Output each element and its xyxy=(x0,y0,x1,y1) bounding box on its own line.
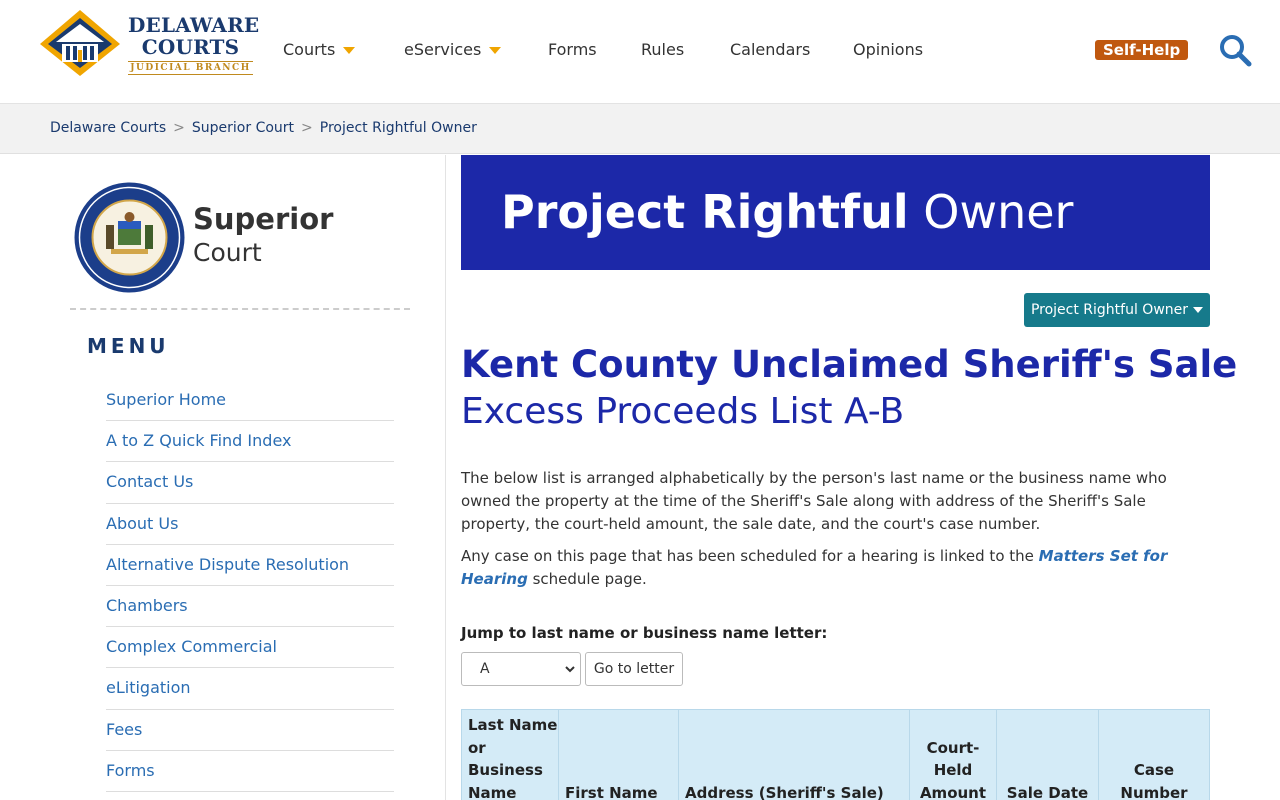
sidebar-item-elitigation[interactable]: eLitigation xyxy=(106,668,394,710)
nav-eservices[interactable]: eServices xyxy=(404,38,502,62)
court-name-light: Court xyxy=(193,238,262,267)
column-header-court-held-amount[interactable]: Court-Held Amount xyxy=(910,710,997,800)
sidebar-item-adr[interactable]: Alternative Dispute Resolution xyxy=(106,545,394,586)
column-header-first-name[interactable]: First Name xyxy=(559,710,679,800)
sidebar-menu: Superior Home A to Z Quick Find Index Co… xyxy=(106,380,394,792)
chevron-down-icon xyxy=(343,47,356,54)
site-header: DELAWARE COURTS JUDICIAL BRANCH Courts e… xyxy=(0,0,1280,104)
courthouse-emblem-icon xyxy=(40,10,120,76)
chevron-down-icon xyxy=(565,666,575,673)
sidebar-item-superior-home[interactable]: Superior Home xyxy=(106,380,394,422)
column-header-last-name[interactable]: Last Name or Business Name xyxy=(462,710,559,800)
go-to-letter-button[interactable]: Go to letter xyxy=(585,652,683,686)
logo-line-judicial-branch: JUDICIAL BRANCH xyxy=(128,61,253,75)
page-subtitle: Excess Proceeds List A-B xyxy=(461,391,905,432)
sidebar: Superior Court MENU Superior Home A to Z… xyxy=(0,155,446,800)
column-header-sale-date[interactable]: Sale Date xyxy=(997,710,1099,800)
sidebar-item-about-us[interactable]: About Us xyxy=(106,504,394,545)
project-rightful-owner-dropdown[interactable]: Project Rightful Owner xyxy=(1024,293,1210,327)
nav-calendars[interactable]: Calendars xyxy=(730,38,810,62)
chevron-down-icon xyxy=(1193,307,1204,313)
self-help-button[interactable]: Self-Help xyxy=(1095,40,1189,60)
hearing-text-before: Any case on this page that has been sche… xyxy=(461,547,1039,565)
logo-text: DELAWARE COURTS JUDICIAL BRANCH xyxy=(128,13,260,75)
sidebar-item-fees[interactable]: Fees xyxy=(106,710,394,751)
letter-select-value: A xyxy=(480,661,490,677)
sidebar-divider xyxy=(70,308,410,310)
nav-courts-label: Courts xyxy=(283,40,336,59)
sidebar-item-chambers[interactable]: Chambers xyxy=(106,586,394,628)
page-title: Kent County Unclaimed Sheriff's Sale xyxy=(461,343,1238,386)
hearing-text-after: schedule page. xyxy=(527,570,647,588)
breadcrumb-separator: > xyxy=(301,120,313,136)
superior-court-seal-icon[interactable] xyxy=(73,181,186,294)
logo-line-courts: COURTS xyxy=(141,35,240,59)
column-header-case-number[interactable]: Case Number xyxy=(1099,710,1209,800)
sidebar-item-forms[interactable]: Forms xyxy=(106,751,394,792)
breadcrumb: Delaware Courts > Superior Court > Project R… xyxy=(0,104,1280,154)
banner-title-light: Owner xyxy=(923,185,1074,239)
nav-eservices-label: eServices xyxy=(404,40,482,59)
logo-line-delaware: DELAWARE xyxy=(128,13,260,37)
chevron-down-icon xyxy=(489,47,502,54)
court-name: Superior Court xyxy=(193,202,333,270)
dropdown-label: Project Rightful Owner xyxy=(1030,302,1189,318)
court-name-bold: Superior xyxy=(193,202,334,236)
sidebar-item-contact-us[interactable]: Contact Us xyxy=(106,462,394,504)
intro-paragraph: The below list is arranged alphabeticall… xyxy=(461,469,1167,533)
nav-forms[interactable]: Forms xyxy=(548,38,597,62)
menu-heading: MENU xyxy=(87,334,170,358)
nav-opinions[interactable]: Opinions xyxy=(853,38,923,62)
column-header-address[interactable]: Address (Sheriff's Sale) xyxy=(679,710,910,800)
letter-select[interactable]: A xyxy=(461,652,581,686)
sidebar-item-a-to-z-index[interactable]: A to Z Quick Find Index xyxy=(106,421,394,463)
breadcrumb-current-page[interactable]: Project Rightful Owner xyxy=(320,120,477,136)
nav-rules[interactable]: Rules xyxy=(641,38,684,62)
page-banner: Project Rightful Owner xyxy=(461,155,1210,270)
breadcrumb-delaware-courts[interactable]: Delaware Courts xyxy=(50,120,166,136)
breadcrumb-separator: > xyxy=(173,120,185,136)
sidebar-item-complex-commercial[interactable]: Complex Commercial xyxy=(106,627,394,669)
breadcrumb-superior-court[interactable]: Superior Court xyxy=(192,120,294,136)
search-icon[interactable] xyxy=(1218,33,1252,67)
table-header: Last Name or Business Name First Name Ad… xyxy=(461,709,1210,800)
jump-label: Jump to last name or business name lette… xyxy=(461,624,828,642)
delaware-courts-logo[interactable]: DELAWARE COURTS JUDICIAL BRANCH xyxy=(38,8,260,78)
banner-title-bold: Project Rightful xyxy=(501,185,909,239)
nav-courts[interactable]: Courts xyxy=(283,38,356,62)
hearing-paragraph: Any case on this page that has been sche… xyxy=(461,545,1211,591)
